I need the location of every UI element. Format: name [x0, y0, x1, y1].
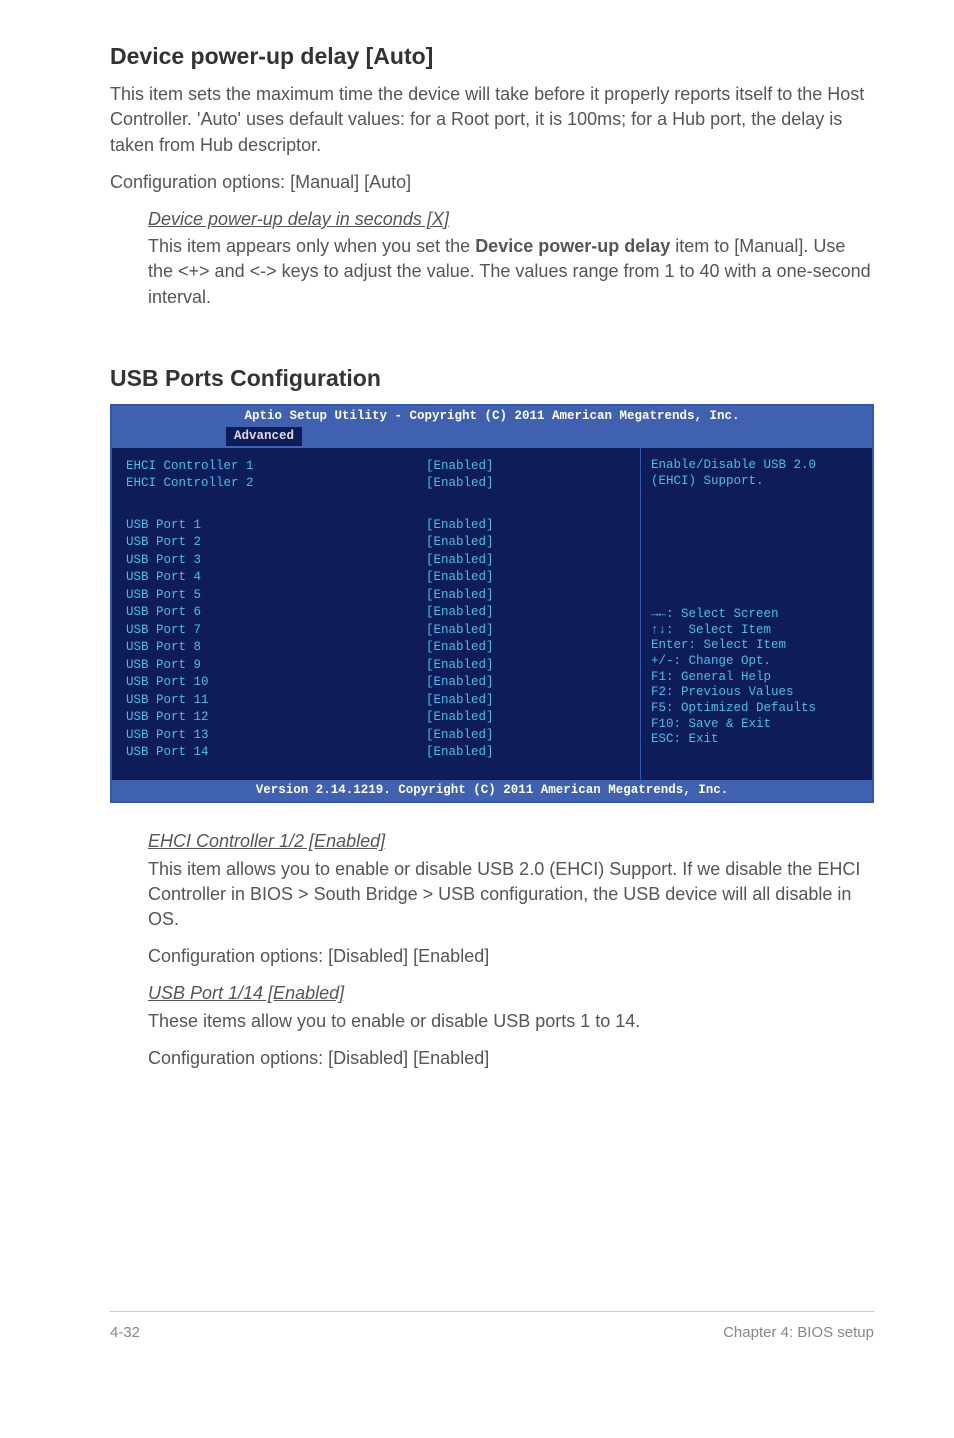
page-footer: 4-32 Chapter 4: BIOS setup	[110, 1311, 874, 1343]
bios-setting-label: USB Port 6	[126, 604, 426, 622]
bios-setting-value: [Enabled]	[426, 604, 494, 622]
bios-setting-label: USB Port 8	[126, 639, 426, 657]
bios-setting-label: USB Port 7	[126, 622, 426, 640]
bios-setting-value: [Enabled]	[426, 674, 494, 692]
heading-device-power-up: Device power-up delay [Auto]	[110, 40, 874, 72]
bios-setting-row: USB Port 9[Enabled]	[126, 657, 626, 675]
bios-setting-row: USB Port 4[Enabled]	[126, 569, 626, 587]
para-ehci-config-options: Configuration options: [Disabled] [Enabl…	[148, 944, 874, 969]
bios-setting-row: USB Port 11[Enabled]	[126, 692, 626, 710]
bios-setting-label: USB Port 2	[126, 534, 426, 552]
para-usb-port-config-options: Configuration options: [Disabled] [Enabl…	[148, 1046, 874, 1071]
bios-setting-value: [Enabled]	[426, 744, 494, 762]
subheading-ehci-controller: EHCI Controller 1/2 [Enabled]	[148, 831, 385, 851]
bios-setting-value: [Enabled]	[426, 517, 494, 535]
bios-setting-label: USB Port 14	[126, 744, 426, 762]
bios-setting-row: USB Port 7[Enabled]	[126, 622, 626, 640]
bios-setting-label: USB Port 4	[126, 569, 426, 587]
bios-setting-row: USB Port 1[Enabled]	[126, 517, 626, 535]
bios-setting-row: EHCI Controller 2[Enabled]	[126, 475, 626, 493]
bios-setting-label: USB Port 12	[126, 709, 426, 727]
text-fragment: This item appears only when you set the	[148, 236, 475, 256]
bios-setting-row: EHCI Controller 1[Enabled]	[126, 458, 626, 476]
bios-setting-value: [Enabled]	[426, 727, 494, 745]
bios-version-bar: Version 2.14.1219. Copyright (C) 2011 Am…	[112, 780, 872, 802]
bios-setting-label: USB Port 10	[126, 674, 426, 692]
para-device-power-up-1: This item sets the maximum time the devi…	[110, 82, 874, 158]
bios-setting-value: [Enabled]	[426, 587, 494, 605]
bios-setting-label: USB Port 1	[126, 517, 426, 535]
bios-setting-value: [Enabled]	[426, 639, 494, 657]
para-device-power-up-2: Configuration options: [Manual] [Auto]	[110, 170, 874, 195]
bios-setting-label: USB Port 5	[126, 587, 426, 605]
bios-setting-value: [Enabled]	[426, 657, 494, 675]
subheading-device-power-up-seconds: Device power-up delay in seconds [X]	[148, 209, 449, 229]
text-bold-device-power-up-delay: Device power-up delay	[475, 236, 670, 256]
subheading-usb-port-1-14: USB Port 1/14 [Enabled]	[148, 983, 344, 1003]
bios-setting-row: USB Port 12[Enabled]	[126, 709, 626, 727]
bios-help-text: Enable/Disable USB 2.0 (EHCI) Support.	[651, 458, 862, 489]
bios-screenshot: Aptio Setup Utility - Copyright (C) 2011…	[110, 404, 874, 804]
bios-tab-advanced: Advanced	[226, 427, 302, 446]
bios-setting-row: USB Port 5[Enabled]	[126, 587, 626, 605]
bios-tab-row: Advanced	[112, 427, 872, 448]
bios-setting-value: [Enabled]	[426, 709, 494, 727]
bios-right-pane: Enable/Disable USB 2.0 (EHCI) Support. →…	[640, 448, 872, 780]
bios-setting-row: USB Port 6[Enabled]	[126, 604, 626, 622]
bios-setting-value: [Enabled]	[426, 622, 494, 640]
bios-setting-label: USB Port 13	[126, 727, 426, 745]
bios-setting-row: USB Port 10[Enabled]	[126, 674, 626, 692]
bios-setting-label: USB Port 3	[126, 552, 426, 570]
bios-setting-label: EHCI Controller 2	[126, 475, 426, 493]
bios-setting-value: [Enabled]	[426, 569, 494, 587]
para-device-power-up-sub: This item appears only when you set the …	[148, 234, 874, 310]
para-ehci-controller: This item allows you to enable or disabl…	[148, 857, 874, 933]
bios-setting-value: [Enabled]	[426, 475, 494, 493]
bios-setting-row: USB Port 3[Enabled]	[126, 552, 626, 570]
bios-setting-label: USB Port 11	[126, 692, 426, 710]
bios-setting-value: [Enabled]	[426, 534, 494, 552]
bios-setting-label: USB Port 9	[126, 657, 426, 675]
bios-setting-value: [Enabled]	[426, 552, 494, 570]
bios-setting-row: USB Port 2[Enabled]	[126, 534, 626, 552]
heading-usb-ports-config: USB Ports Configuration	[110, 362, 874, 394]
para-usb-port-1-14: These items allow you to enable or disab…	[148, 1009, 874, 1034]
bios-key-legend: →←: Select Screen ↑↓: Select Item Enter:…	[651, 607, 862, 748]
bios-setting-row: USB Port 14[Enabled]	[126, 744, 626, 762]
bios-title-bar: Aptio Setup Utility - Copyright (C) 2011…	[112, 406, 872, 428]
bios-setting-value: [Enabled]	[426, 458, 494, 476]
bios-setting-row: USB Port 8[Enabled]	[126, 639, 626, 657]
footer-page-number: 4-32	[110, 1322, 140, 1343]
bios-setting-label: EHCI Controller 1	[126, 458, 426, 476]
bios-setting-row: USB Port 13[Enabled]	[126, 727, 626, 745]
footer-chapter: Chapter 4: BIOS setup	[723, 1322, 874, 1343]
bios-setting-value: [Enabled]	[426, 692, 494, 710]
bios-left-pane: EHCI Controller 1[Enabled]EHCI Controlle…	[112, 448, 640, 780]
